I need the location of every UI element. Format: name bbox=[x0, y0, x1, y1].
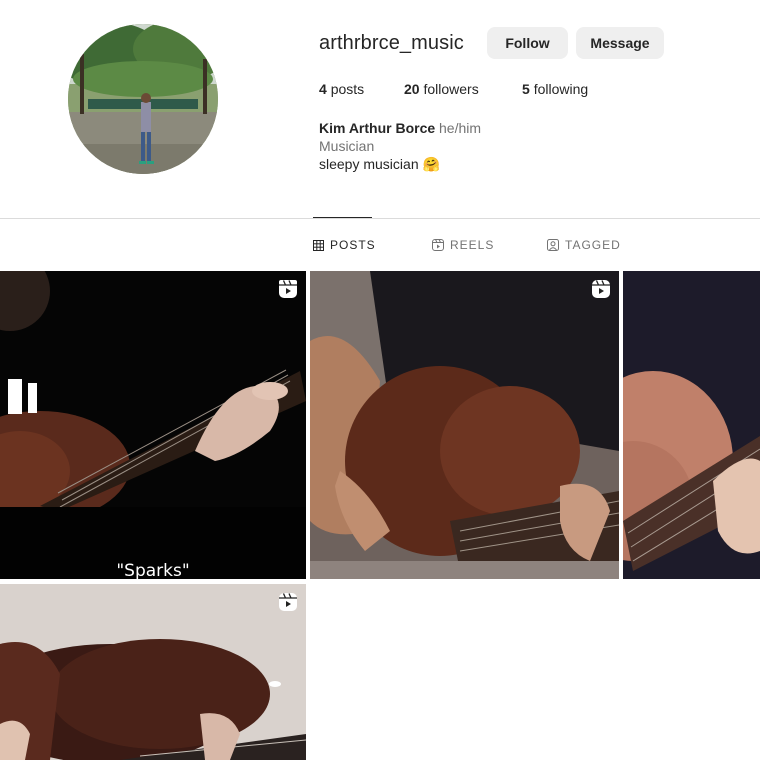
post-tile[interactable] bbox=[310, 271, 619, 579]
posts-count-stat: 4 posts bbox=[319, 81, 364, 97]
posts-label: posts bbox=[330, 81, 365, 97]
profile-username: arthrbrce_music bbox=[319, 32, 464, 54]
post-tile[interactable] bbox=[0, 584, 306, 760]
reels-icon bbox=[432, 239, 444, 251]
followers-label: followers bbox=[423, 81, 479, 97]
profile-bio: sleepy musician 🤗 bbox=[319, 156, 440, 172]
post-tile[interactable] bbox=[623, 271, 760, 579]
post-tile[interactable]: "Sparks" bbox=[0, 271, 306, 579]
tab-reels[interactable]: REELS bbox=[432, 238, 494, 252]
follow-button[interactable]: Follow bbox=[487, 27, 568, 59]
following-stat[interactable]: 5 following bbox=[522, 81, 588, 97]
tab-posts-label: POSTS bbox=[330, 238, 376, 252]
followers-count: 20 bbox=[404, 81, 420, 97]
profile-avatar[interactable] bbox=[68, 24, 218, 174]
following-count: 5 bbox=[522, 81, 530, 97]
reel-icon bbox=[592, 280, 610, 298]
following-label: following bbox=[533, 81, 589, 97]
reel-icon bbox=[279, 593, 297, 611]
tab-posts[interactable]: POSTS bbox=[313, 238, 376, 252]
grid-icon bbox=[313, 239, 324, 251]
message-button[interactable]: Message bbox=[576, 27, 664, 59]
tagged-icon bbox=[547, 239, 559, 251]
tab-tagged-label: TAGGED bbox=[565, 238, 621, 252]
reel-icon bbox=[279, 280, 297, 298]
active-tab-indicator bbox=[313, 217, 372, 218]
profile-pronouns: he/him bbox=[439, 120, 482, 136]
tab-reels-label: REELS bbox=[450, 238, 495, 252]
post-caption: "Sparks" bbox=[116, 561, 190, 579]
tab-tagged[interactable]: TAGGED bbox=[547, 238, 621, 252]
profile-category: Musician bbox=[319, 138, 375, 154]
tabs-divider bbox=[0, 218, 760, 219]
followers-stat[interactable]: 20 followers bbox=[404, 81, 479, 97]
posts-count: 4 bbox=[319, 81, 327, 97]
profile-full-name: Kim Arthur Borce bbox=[319, 120, 436, 136]
